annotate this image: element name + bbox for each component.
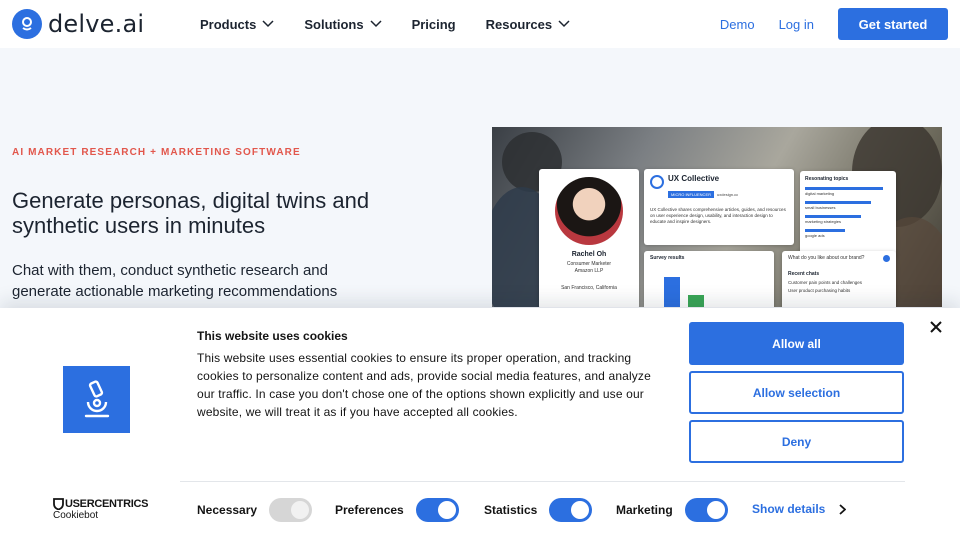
topic-bar: [805, 201, 871, 204]
persona-location: San Francisco, California: [561, 285, 617, 291]
show-details-link[interactable]: Show details: [752, 502, 847, 516]
demo-link[interactable]: Demo: [720, 17, 755, 32]
toggle-preferences-label: Preferences: [335, 503, 404, 517]
cookiebot-label: Cookiebot: [53, 510, 99, 521]
brand-logo[interactable]: delve.ai: [12, 9, 144, 39]
preferences-switch[interactable]: [415, 498, 459, 522]
shield-icon: [53, 498, 64, 510]
microscope-icon: [63, 366, 130, 433]
cookie-banner: This website uses cookies This website u…: [0, 308, 960, 540]
persona-role-text: Consumer Marketer: [566, 261, 612, 267]
hero-eyebrow: AI MARKET RESEARCH + MARKETING SOFTWARE: [12, 147, 301, 158]
chevron-down-icon: [262, 20, 274, 28]
hero-image: Rachel Oh Consumer Marketer Amazon LLP Sa…: [492, 127, 942, 307]
influencer-title: UX Collective: [668, 174, 720, 183]
chat-question: What do you like about our brand?: [788, 255, 865, 261]
recent-chats-title: Recent chats: [788, 271, 820, 277]
toggle-marketing: Marketing: [616, 498, 728, 522]
delve-logo-icon: [12, 9, 42, 39]
show-details-label: Show details: [752, 502, 826, 516]
cookie-text: This website uses essential cookies to e…: [197, 351, 651, 419]
ux-collective-logo-icon: [650, 175, 664, 189]
necessary-switch[interactable]: [269, 498, 313, 522]
topic-label: small businesses: [805, 205, 836, 210]
toggle-preferences: Preferences: [335, 498, 459, 522]
topic-bar: [805, 187, 883, 190]
influencer-url: uxdesign.cc: [717, 192, 739, 197]
influencer-description: UX Collective shares comprehensive artic…: [650, 207, 786, 224]
deny-button[interactable]: Deny: [689, 420, 904, 463]
persona-card: Rachel Oh Consumer Marketer Amazon LLP Sa…: [539, 169, 639, 307]
allow-all-button[interactable]: Allow all: [689, 322, 904, 365]
menu-resources-label: Resources: [485, 16, 553, 32]
chat-card: What do you like about our brand? Recent…: [782, 251, 896, 307]
switch-knob: [437, 501, 456, 519]
login-link[interactable]: Log in: [779, 17, 814, 32]
marketing-switch[interactable]: [684, 498, 728, 522]
topic-label: marketing strategies: [805, 219, 842, 224]
survey-title: Survey results: [650, 255, 685, 261]
toggle-necessary: Necessary: [197, 498, 313, 522]
survey-bar: [664, 277, 680, 307]
influencer-badge: MICRO INFLUENCER: [668, 191, 715, 198]
nav-actions: Demo Log in Get started: [720, 8, 948, 40]
recent-chat-item: User product purchasing habits: [788, 288, 851, 293]
close-icon[interactable]: [929, 320, 943, 334]
toggle-statistics-label: Statistics: [484, 503, 538, 517]
usercentrics-name: USERCENTRICS: [65, 498, 149, 510]
menu-solutions[interactable]: Solutions: [304, 16, 382, 32]
top-navbar: delve.ai Products Solutions Pricing Reso…: [0, 0, 960, 48]
get-started-button[interactable]: Get started: [838, 8, 948, 40]
switch-knob: [291, 501, 310, 519]
divider: [180, 481, 905, 482]
menu-solutions-label: Solutions: [304, 16, 364, 32]
topic-bar: [805, 229, 845, 232]
persona-company: Amazon LLP: [574, 268, 604, 274]
topic-label: digital marketing: [805, 191, 835, 196]
chevron-right-icon: [839, 503, 847, 515]
usercentrics-logo[interactable]: USERCENTRICS Cookiebot: [53, 498, 148, 521]
toggle-statistics: Statistics: [484, 498, 593, 522]
switch-knob: [571, 501, 590, 519]
topics-title: Resonating topics: [805, 176, 849, 182]
hero-headline: Generate personas, digital twins and syn…: [12, 188, 370, 238]
survey-card: Survey results: [644, 251, 774, 307]
topic-bar: [805, 215, 861, 218]
switch-knob: [706, 501, 725, 519]
menu-pricing[interactable]: Pricing: [412, 17, 456, 32]
chevron-down-icon: [558, 20, 570, 28]
toggle-necessary-label: Necessary: [197, 503, 258, 517]
recent-chat-item: Customer pain points and challenges: [788, 280, 863, 285]
menu-products[interactable]: Products: [200, 17, 274, 32]
persona-role: Consumer Marketer Amazon LLP: [539, 261, 639, 275]
persona-name: Rachel Oh: [571, 251, 607, 258]
toggle-marketing-label: Marketing: [616, 503, 673, 517]
menu-resources[interactable]: Resources: [486, 17, 570, 32]
statistics-switch[interactable]: [549, 498, 593, 522]
send-icon: [883, 255, 890, 262]
topic-label: google ads: [805, 233, 825, 238]
main-menu: Products Solutions Pricing Resources: [200, 0, 600, 48]
topics-card: Resonating topics digital marketing smal…: [800, 171, 896, 257]
hero-subline: Chat with them, conduct synthetic resear…: [12, 262, 338, 300]
persona-avatar: [555, 177, 623, 245]
usercentrics-brand: USERCENTRICS: [53, 498, 148, 510]
influencer-card: UX Collective MICRO INFLUENCER uxdesign.c…: [644, 169, 794, 245]
menu-products-label: Products: [200, 16, 257, 32]
cookie-title: This website uses cookies: [197, 329, 348, 343]
menu-pricing-label: Pricing: [411, 16, 456, 32]
survey-bar: [688, 295, 704, 307]
allow-selection-button[interactable]: Allow selection: [689, 371, 904, 414]
chevron-down-icon: [370, 20, 382, 28]
brand-name: delve.ai: [48, 10, 145, 38]
